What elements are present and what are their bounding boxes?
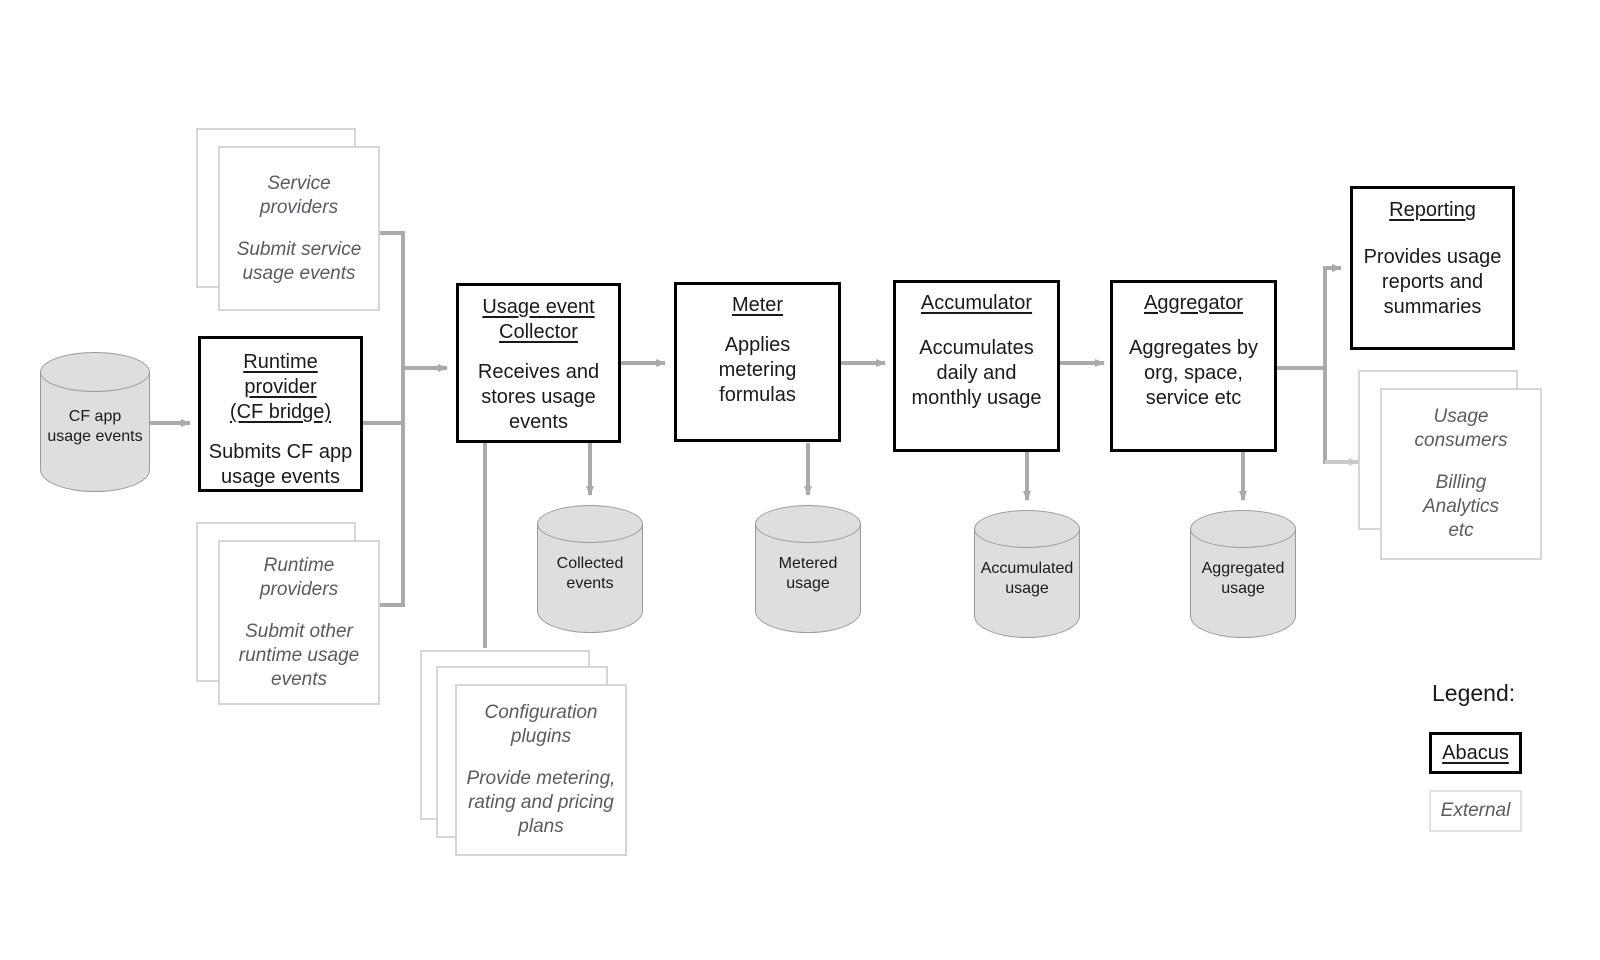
node-description: Accumulates daily and monthly usage bbox=[911, 337, 1042, 409]
node-title: Configuration plugins bbox=[484, 702, 598, 747]
node-description: Submit other runtime usage events bbox=[238, 620, 360, 690]
node-meter[interactable]: Meter Applies metering formulas bbox=[674, 282, 841, 442]
node-configuration-plugins[interactable]: Configuration plugins Provide metering, … bbox=[420, 650, 640, 860]
cylinder-label: Aggregated usage bbox=[1201, 560, 1285, 597]
legend-swatch-abacus: Abacus bbox=[1429, 732, 1522, 774]
stack-card-front: Usage consumers Billing Analytics etc bbox=[1380, 388, 1542, 560]
diagram-canvas: CF app usage events Runtime provider (CF… bbox=[0, 0, 1600, 960]
cylinder-cf-app-usage-events: CF app usage events bbox=[40, 352, 150, 492]
node-title: Runtime providers bbox=[259, 554, 339, 600]
node-description: Receives and stores usage events bbox=[477, 361, 600, 433]
legend-abacus-label: Abacus bbox=[1442, 741, 1509, 764]
cylinder-label: CF app usage events bbox=[47, 408, 143, 445]
cylinder-label: Collected events bbox=[556, 555, 624, 592]
node-description: Aggregates by org, space, service etc bbox=[1129, 337, 1258, 409]
cylinder-aggregated-usage: Aggregated usage bbox=[1190, 510, 1296, 638]
stack-card-front: Configuration plugins Provide metering, … bbox=[455, 684, 627, 856]
node-description: Billing Analytics etc bbox=[1422, 472, 1500, 541]
node-title: Service providers bbox=[259, 172, 339, 218]
cylinder-top bbox=[40, 352, 150, 392]
cylinder-collected-events: Collected events bbox=[537, 505, 643, 633]
cylinder-label: Accumulated usage bbox=[980, 560, 1074, 597]
node-service-providers[interactable]: Service providers Submit service usage e… bbox=[196, 128, 382, 314]
node-description: Submit service usage events bbox=[236, 238, 362, 284]
cylinder-metered-usage: Metered usage bbox=[755, 505, 861, 633]
node-title: Aggregator bbox=[1144, 292, 1243, 314]
node-title: Usage event Collector bbox=[482, 296, 595, 343]
node-runtime-provider[interactable]: Runtime provider (CF bridge) Submits CF … bbox=[198, 336, 363, 492]
node-aggregator[interactable]: Aggregator Aggregates by org, space, ser… bbox=[1110, 280, 1277, 452]
legend-heading: Legend: bbox=[1432, 680, 1516, 706]
node-accumulator[interactable]: Accumulator Accumulates daily and monthl… bbox=[893, 280, 1060, 452]
cylinder-label: Metered usage bbox=[778, 555, 838, 592]
node-reporting[interactable]: Reporting Provides usage reports and sum… bbox=[1350, 186, 1515, 350]
node-description: Provides usage reports and summaries bbox=[1363, 246, 1502, 318]
node-title: Usage consumers bbox=[1414, 406, 1508, 451]
node-title: Runtime provider (CF bridge) bbox=[229, 351, 332, 423]
node-title: Reporting bbox=[1389, 199, 1476, 221]
node-description: Applies metering formulas bbox=[718, 334, 797, 406]
legend-external-label: External bbox=[1440, 800, 1511, 821]
node-description: Provide metering, rating and pricing pla… bbox=[466, 768, 616, 837]
node-title: Accumulator bbox=[920, 292, 1033, 314]
cylinder-top bbox=[974, 510, 1080, 548]
node-title: Meter bbox=[731, 294, 784, 316]
stack-card-front: Runtime providers Submit other runtime u… bbox=[218, 540, 380, 705]
cylinder-accumulated-usage: Accumulated usage bbox=[974, 510, 1080, 638]
cylinder-top bbox=[1190, 510, 1296, 548]
node-description: Submits CF app usage events bbox=[208, 441, 353, 488]
node-usage-event-collector[interactable]: Usage event Collector Receives and store… bbox=[456, 283, 621, 443]
node-usage-consumers[interactable]: Usage consumers Billing Analytics etc bbox=[1358, 370, 1544, 562]
cylinder-top bbox=[537, 505, 643, 543]
cylinder-top bbox=[755, 505, 861, 543]
stack-card-front: Service providers Submit service usage e… bbox=[218, 146, 380, 311]
legend: Legend: Abacus External bbox=[1400, 680, 1580, 840]
node-runtime-providers[interactable]: Runtime providers Submit other runtime u… bbox=[196, 522, 382, 708]
legend-swatch-external: External bbox=[1429, 790, 1522, 832]
